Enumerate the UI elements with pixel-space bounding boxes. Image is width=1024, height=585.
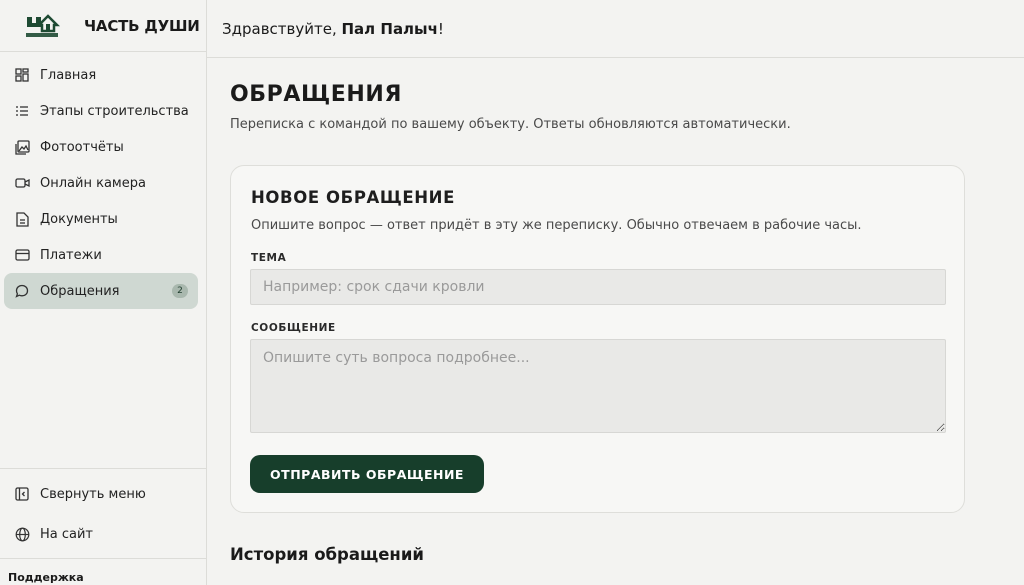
new-request-card: НОВОЕ ОБРАЩЕНИЕ Опишите вопрос — ответ п… bbox=[230, 165, 965, 513]
sidebar-item-requests[interactable]: Обращения 2 bbox=[4, 273, 198, 309]
document-icon bbox=[14, 211, 30, 227]
collapse-menu-icon bbox=[14, 486, 30, 502]
chat-bubble-icon bbox=[14, 283, 30, 299]
sidebar-item-stages[interactable]: Этапы строительства bbox=[4, 93, 198, 129]
sidebar-footer: Свернуть меню На сайт bbox=[0, 468, 206, 554]
list-icon bbox=[14, 103, 30, 119]
greeting-exclaim: ! bbox=[437, 19, 444, 38]
photo-gallery-icon bbox=[14, 139, 30, 155]
main-content: ОБРАЩЕНИЯ Переписка с командой по вашему… bbox=[230, 82, 970, 564]
go-to-site-link[interactable]: На сайт bbox=[0, 514, 206, 554]
card-icon bbox=[14, 247, 30, 263]
greeting-text: Здравствуйте, bbox=[222, 19, 342, 38]
message-textarea[interactable] bbox=[250, 339, 946, 433]
page-title: ОБРАЩЕНИЯ bbox=[230, 82, 402, 107]
sidebar-item-photo-reports[interactable]: Фотоотчёты bbox=[4, 129, 198, 165]
collapse-menu-label: Свернуть меню bbox=[40, 486, 146, 502]
sidebar-item-documents[interactable]: Документы bbox=[4, 201, 198, 237]
sidebar-item-label: Документы bbox=[40, 211, 118, 227]
sidebar-item-label: Этапы строительства bbox=[40, 103, 189, 119]
go-to-site-label: На сайт bbox=[40, 526, 94, 542]
user-name: Пал Палыч bbox=[341, 19, 438, 38]
sidebar-item-label: Онлайн камера bbox=[40, 175, 146, 191]
sidebar-item-home[interactable]: Главная bbox=[4, 57, 198, 93]
globe-icon bbox=[14, 526, 30, 542]
video-camera-icon bbox=[14, 175, 30, 191]
collapse-menu-button[interactable]: Свернуть меню bbox=[0, 474, 206, 514]
top-header: Здравствуйте, Пал Палыч! bbox=[207, 0, 1024, 58]
brand[interactable]: ЧАСТЬ ДУШИ bbox=[0, 0, 206, 52]
support-section-title: Поддержка bbox=[0, 558, 206, 585]
sidebar-item-label: Главная bbox=[40, 67, 97, 83]
sidebar-item-label: Фотоотчёты bbox=[40, 139, 124, 155]
subject-input[interactable] bbox=[250, 269, 946, 305]
history-title: История обращений bbox=[230, 545, 424, 564]
page-subtitle: Переписка с командой по вашему объекту. … bbox=[230, 117, 791, 132]
message-label: СООБЩЕНИЕ bbox=[251, 322, 336, 334]
sidebar: ЧАСТЬ ДУШИ Главная Этапы строительства Ф… bbox=[0, 0, 207, 585]
brand-name: ЧАСТЬ ДУШИ bbox=[84, 16, 200, 35]
brand-logo bbox=[24, 13, 61, 39]
dashboard-icon bbox=[14, 67, 30, 83]
sidebar-item-label: Платежи bbox=[40, 247, 102, 263]
sidebar-item-online-camera[interactable]: Онлайн камера bbox=[4, 165, 198, 201]
new-request-subtitle: Опишите вопрос — ответ придёт в эту же п… bbox=[251, 218, 862, 233]
sidebar-nav: Главная Этапы строительства Фотоотчёты О… bbox=[0, 52, 206, 309]
unread-count-badge: 2 bbox=[172, 284, 188, 298]
submit-request-button[interactable]: ОТПРАВИТЬ ОБРАЩЕНИЕ bbox=[250, 455, 484, 493]
sidebar-item-payments[interactable]: Платежи bbox=[4, 237, 198, 273]
subject-label: ТЕМА bbox=[251, 252, 287, 264]
sidebar-item-label: Обращения bbox=[40, 283, 120, 299]
new-request-title: НОВОЕ ОБРАЩЕНИЕ bbox=[251, 188, 455, 207]
